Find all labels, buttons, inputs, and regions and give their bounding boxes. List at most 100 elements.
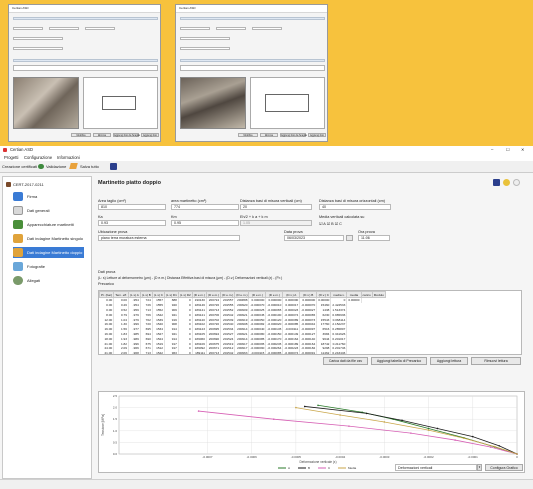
table-cell: 200675: [206, 341, 222, 346]
remove-reading-button[interactable]: Rimuovi lettura: [471, 357, 521, 365]
table-cell: 200713: [206, 307, 222, 313]
window-title: Certian ASD: [10, 147, 34, 152]
table-cell: -0.000085: [265, 350, 284, 355]
data-prova-input[interactable]: 06/03/2023: [284, 235, 344, 241]
ora-prova-input[interactable]: 11:06: [358, 235, 390, 241]
area-taglio-input[interactable]: 810: [98, 204, 166, 210]
table-cell: 189123: [192, 326, 207, 332]
table-cell: 190130: [192, 297, 207, 303]
column-header[interactable]: carico: [360, 291, 373, 298]
y-tick-label: 2.0: [113, 406, 118, 410]
field-label: area martinetto (cm²): [171, 199, 207, 203]
table-cell: 0: [178, 350, 193, 354]
photo-icon: [13, 262, 23, 271]
data-point: [471, 435, 474, 438]
table-cell: -0.000050: [248, 317, 267, 322]
thumbnail-field: [180, 37, 230, 40]
table-cell: 200690: [206, 336, 222, 342]
ubicazione-input[interactable]: piano terra muratura esterna: [98, 235, 240, 241]
tree-item-apparecchiature[interactable]: Apparecchiature martinetti: [13, 219, 74, 230]
toolbar-create-certificates[interactable]: Creazione certificati: [2, 161, 37, 172]
data-point: [494, 445, 496, 448]
chart-type-select[interactable]: Deformazioni verticali: [395, 464, 477, 471]
close-button[interactable]: ✕: [521, 146, 525, 154]
preview-banner: Certian ASD Modifica Elimina Aggiungi fo…: [0, 0, 533, 146]
minimize-button[interactable]: –: [491, 146, 493, 154]
toolbar-validation[interactable]: Validazione: [46, 161, 66, 172]
tree-root[interactable]: CERT-2017-0211: [5, 179, 44, 190]
tree-item-martinetto-singolo[interactable]: Dati indagine Martinetto singolo: [13, 233, 83, 244]
calendar-icon[interactable]: [346, 235, 353, 241]
y-tick-label: 1.5: [113, 417, 118, 421]
distanza-verticali-input[interactable]: 20: [240, 204, 312, 210]
thumbnail-field: [49, 27, 79, 30]
table-cell: 2.424533: [330, 302, 348, 308]
legend-label: B: [308, 466, 310, 470]
x-tick-label: -0.0003: [379, 455, 390, 459]
table-cell: -0.000111: [282, 326, 301, 332]
km-input[interactable]: 0.95: [171, 220, 239, 226]
table-cell: 0.965936: [330, 312, 348, 318]
tree-item-dati-generali[interactable]: Dati generali: [13, 205, 49, 216]
table-cell: -0.000145: [265, 326, 284, 332]
data-point: [498, 445, 501, 447]
data-point: [339, 414, 341, 416]
configure-chart-button[interactable]: Configura Grafico: [485, 464, 523, 471]
chevron-down-icon[interactable]: ▾: [477, 464, 482, 471]
tree-item-label: Dati indagine Martinetto doppio: [27, 250, 83, 255]
field-label: Km: [171, 215, 177, 219]
menu-progetti[interactable]: Progetti: [4, 154, 18, 161]
lock-icon[interactable]: [503, 179, 510, 186]
table-row[interactable]: 21.00 2.06 -968 713 1542 963 0 189111 200713 2015…: [99, 350, 386, 355]
tree-item-fotografie[interactable]: Fotografie: [13, 261, 45, 272]
validation-icon: [38, 164, 44, 169]
thumbnail-field: [252, 27, 282, 30]
table-cell: 0.00000: [316, 297, 332, 303]
area-martinetto-input[interactable]: 774: [171, 204, 239, 210]
thumbnail-header: [13, 59, 158, 62]
equipment-icon: [13, 220, 23, 229]
thumbnail-button: Elimina: [93, 133, 111, 137]
toolbar-save-all[interactable]: Salva tutto: [80, 161, 99, 172]
tree-item-label: Apparecchiature martinetti: [27, 222, 74, 227]
table-cell: 0.000000: [299, 297, 318, 303]
chart-legend: A B C Media: [278, 466, 357, 470]
column-header[interactable]: Modulo: [371, 291, 386, 298]
maximize-button[interactable]: ☐: [506, 146, 510, 154]
tree-item-label: Fotografie: [27, 264, 46, 269]
data-point: [197, 410, 200, 412]
distanza-orizzontali-input[interactable]: 40: [319, 204, 391, 210]
save-icon[interactable]: [493, 179, 500, 186]
table-cell: -0.000020: [265, 321, 284, 327]
project-tree: CERT-2017-0211 Firma Dati generali Appar…: [2, 176, 92, 479]
table-cell: -0.000089: [282, 317, 301, 322]
title-bar: Certian ASD – ☐ ✕: [0, 146, 533, 154]
data-point: [365, 412, 368, 415]
table-cell: -0.000040: [248, 326, 267, 332]
table-cell: 200706: [206, 312, 222, 318]
table-cell: -0.000023: [282, 307, 301, 313]
tree-item-allegati[interactable]: Allegati: [13, 275, 40, 286]
tree-item-martinetto-doppio[interactable]: Dati indagine Martinetto doppio: [13, 247, 85, 258]
data-point: [427, 427, 430, 430]
ka-input[interactable]: 0.93: [98, 220, 166, 226]
tree-item-firma[interactable]: Firma: [13, 191, 37, 202]
add-reading-button[interactable]: Aggiungi lettura: [430, 357, 468, 365]
x-tick-label: -0.0004: [335, 455, 346, 459]
table-cell: 201552: [220, 307, 236, 313]
table-cell: 0.201017: [330, 336, 348, 342]
add-precarico-button[interactable]: Aggiungi tabella di Precarico: [371, 357, 427, 365]
stress-strain-chart: -0.0007 -0.0006 -0.0005 -0.0004 -0.0003 -0.00…: [101, 394, 518, 470]
thumbnail-field: [216, 27, 246, 30]
load-csv-button[interactable]: Carica dati da file csv: [323, 357, 368, 365]
table-cell: -0.000042: [299, 321, 318, 327]
table-cell: 200713: [206, 350, 222, 354]
menu-configurazione[interactable]: Configurazione: [24, 154, 52, 161]
help-icon[interactable]: [513, 179, 520, 186]
menu-informazioni[interactable]: Informazioni: [57, 154, 80, 161]
table-cell: 201527: [220, 331, 236, 337]
data-point: [348, 425, 350, 427]
table-cell: -0.000082: [248, 321, 267, 327]
media-checkboxes[interactable]: ☑ A ☑ B ☑ C: [319, 221, 342, 226]
data-point: [463, 437, 465, 440]
